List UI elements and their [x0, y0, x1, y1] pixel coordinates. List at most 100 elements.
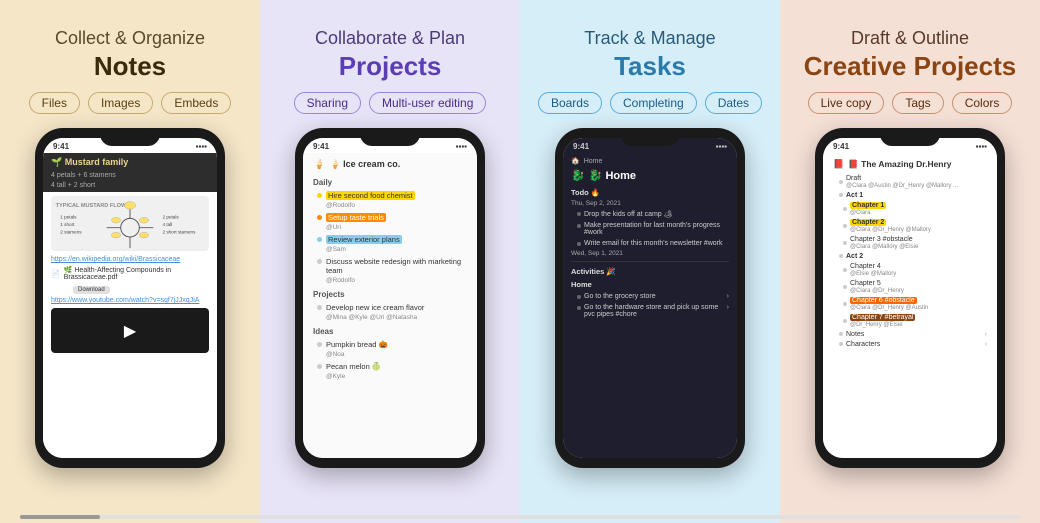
proj-item-1: Hire second food chemist @Rodolfo	[303, 189, 477, 211]
page-scrollbar[interactable]	[20, 515, 1020, 519]
play-icon: ▶	[124, 321, 136, 341]
chapter2-highlight: Chapter 2	[850, 219, 886, 226]
proj-item-6: Pumpkin bread 🎃 @Noa	[303, 338, 477, 360]
tag-images[interactable]: Images	[88, 92, 153, 114]
tag-completing[interactable]: Completing	[610, 92, 697, 114]
creative-header-title: 📕 📕 The Amazing Dr.Henry	[823, 153, 997, 173]
item-dot	[839, 193, 843, 197]
item-text: Setup taste trials @Uri	[326, 213, 463, 231]
chapter5-user: @Clara @Dr_Henry	[850, 288, 904, 294]
proj-header-text: 🍦 Ice cream co.	[329, 159, 400, 170]
item-text: Hire second food chemist @Rodolfo	[326, 191, 463, 209]
svg-text:2 petals: 2 petals	[163, 214, 180, 219]
creative-chapter1: Chapter 1 @Clara	[823, 200, 997, 217]
chevron-icon: ›	[985, 331, 987, 338]
svg-text:1 petals: 1 petals	[60, 214, 77, 219]
item-text: Develop new ice cream flavor @Mina @Kyle…	[326, 303, 463, 321]
notes-video-link[interactable]: https://www.youtube.com/watch?v=sgf7jJJx…	[43, 296, 217, 305]
tag-tags[interactable]: Tags	[892, 92, 943, 114]
phone-notch-3	[620, 128, 680, 146]
notes-flower-image: TYPICAL MUSTARD FLOWER	[51, 196, 209, 251]
item-highlight: Setup taste trials	[326, 213, 386, 222]
panel1-title: Notes	[94, 51, 166, 82]
tasks-nav-label: Home	[584, 158, 603, 165]
chapter4-text: Chapter 4	[850, 263, 881, 270]
scrollbar-thumb[interactable]	[20, 515, 100, 519]
creative-chapter6: Chapter 6 #obstacle @Clara @Dr_Henry @Au…	[823, 295, 997, 312]
item-user: @Noa	[326, 351, 345, 358]
characters-label: Characters	[846, 341, 880, 348]
item-dot	[839, 342, 843, 346]
panel3-title: Tasks	[614, 51, 686, 82]
svg-text:4 tall: 4 tall	[163, 222, 173, 227]
panel4-tags: Live copy Tags Colors	[808, 92, 1013, 114]
tag-multiuser[interactable]: Multi-user editing	[369, 92, 486, 114]
phone-notch-2	[360, 128, 420, 146]
tasks-item-3: Write email for this month's newsletter …	[563, 238, 737, 249]
tag-files[interactable]: Files	[29, 92, 80, 114]
panel-tasks: Track & Manage Tasks Boards Completing D…	[520, 0, 780, 523]
proj-item-3: Review exterior plans @Sam	[303, 233, 477, 255]
panel2-subtitle: Collaborate & Plan	[315, 28, 465, 49]
video-thumbnail[interactable]: ▶	[51, 308, 209, 353]
item-user: @Rodolfo	[326, 277, 355, 284]
file-icon: 📄	[51, 270, 60, 278]
chapter7-user: @Dr_Henry @Elsie	[850, 322, 903, 328]
svg-text:2 stamens: 2 stamens	[60, 229, 82, 234]
chapter1-highlight: Chapter 1	[850, 202, 886, 209]
panel3-tags: Boards Completing Dates	[538, 92, 762, 114]
phone-notes: 9:41 ▪▪▪▪ 🌱 Mustard family 4 petals + 6 …	[35, 128, 225, 468]
chapter3-text: Chapter 3 #obstacle	[850, 236, 913, 243]
creative-item-draft: Draft @Clara @Austin @Dr_Henry @Mallory …	[823, 173, 997, 190]
item-dot	[317, 364, 322, 369]
chevron-icon: ›	[985, 341, 987, 348]
item-dot	[577, 242, 581, 246]
tag-dates[interactable]: Dates	[705, 92, 762, 114]
notes-wiki-link[interactable]: https://en.wikipedia.org/wiki/Brassicace…	[43, 255, 217, 264]
creative-chapter4: Chapter 4 @Elsie @Mallory	[823, 261, 997, 278]
item-dot	[843, 241, 847, 245]
proj-section-daily: Daily	[303, 174, 477, 189]
flower-svg: TYPICAL MUSTARD FLOWER	[51, 196, 209, 251]
svg-text:2 short stamens: 2 short stamens	[163, 229, 197, 234]
item-highlight: Hire second food chemist	[326, 191, 415, 200]
book-icon: 📕	[833, 159, 844, 170]
download-button[interactable]: Download	[73, 286, 110, 294]
svg-text:1 short: 1 short	[60, 222, 75, 227]
panel4-subtitle: Draft & Outline	[851, 28, 969, 49]
item-dot	[839, 254, 843, 258]
tag-sharing[interactable]: Sharing	[294, 92, 361, 114]
proj-header-title: 🍦 🍦 Ice cream co.	[303, 153, 477, 174]
item-dot	[843, 224, 847, 228]
tag-colors[interactable]: Colors	[952, 92, 1013, 114]
tasks-date-2: Wed, Sep 1, 2021	[563, 249, 737, 258]
item-text: Pecan melon 🍈 @Kyle	[326, 362, 463, 380]
item-user: @Kyle	[326, 373, 345, 380]
chevron-icon: ›	[727, 304, 729, 311]
item-user: @Rodolfo	[326, 202, 355, 209]
notes-file-name: 🌿 Health-Affecting Compounds in Brassica…	[64, 266, 209, 281]
creative-characters: Characters ›	[823, 339, 997, 349]
tag-livecopy[interactable]: Live copy	[808, 92, 885, 114]
phone-notch-4	[880, 128, 940, 146]
panel2-tags: Sharing Multi-user editing	[294, 92, 487, 114]
item-dot	[839, 332, 843, 336]
item-dot	[577, 306, 581, 310]
item-dot	[317, 237, 322, 242]
tasks-section-todo: Todo 🔥	[563, 186, 737, 199]
creative-chapter3: Chapter 3 #obstacle @Clara @Mallory @Els…	[823, 234, 997, 251]
tasks-section-activities: Activities 🎉	[563, 265, 737, 278]
notes-label: Notes	[846, 331, 864, 338]
item-text: Review exterior plans @Sam	[326, 235, 463, 253]
tasks-item-2: Make presentation for last month's progr…	[563, 220, 737, 238]
tasks-divider	[571, 261, 729, 262]
item-highlight: Review exterior plans	[326, 235, 402, 244]
tag-boards[interactable]: Boards	[538, 92, 602, 114]
item-dot	[317, 193, 322, 198]
proj-section-projects: Projects	[303, 286, 477, 301]
tag-embeds[interactable]: Embeds	[161, 92, 231, 114]
proj-header-icon: 🍦	[313, 159, 325, 170]
panel-creative: Draft & Outline Creative Projects Live c…	[780, 0, 1040, 523]
proj-item-4: Discuss website redesign with marketing …	[303, 255, 477, 286]
tasks-section-home: Home	[563, 278, 737, 291]
